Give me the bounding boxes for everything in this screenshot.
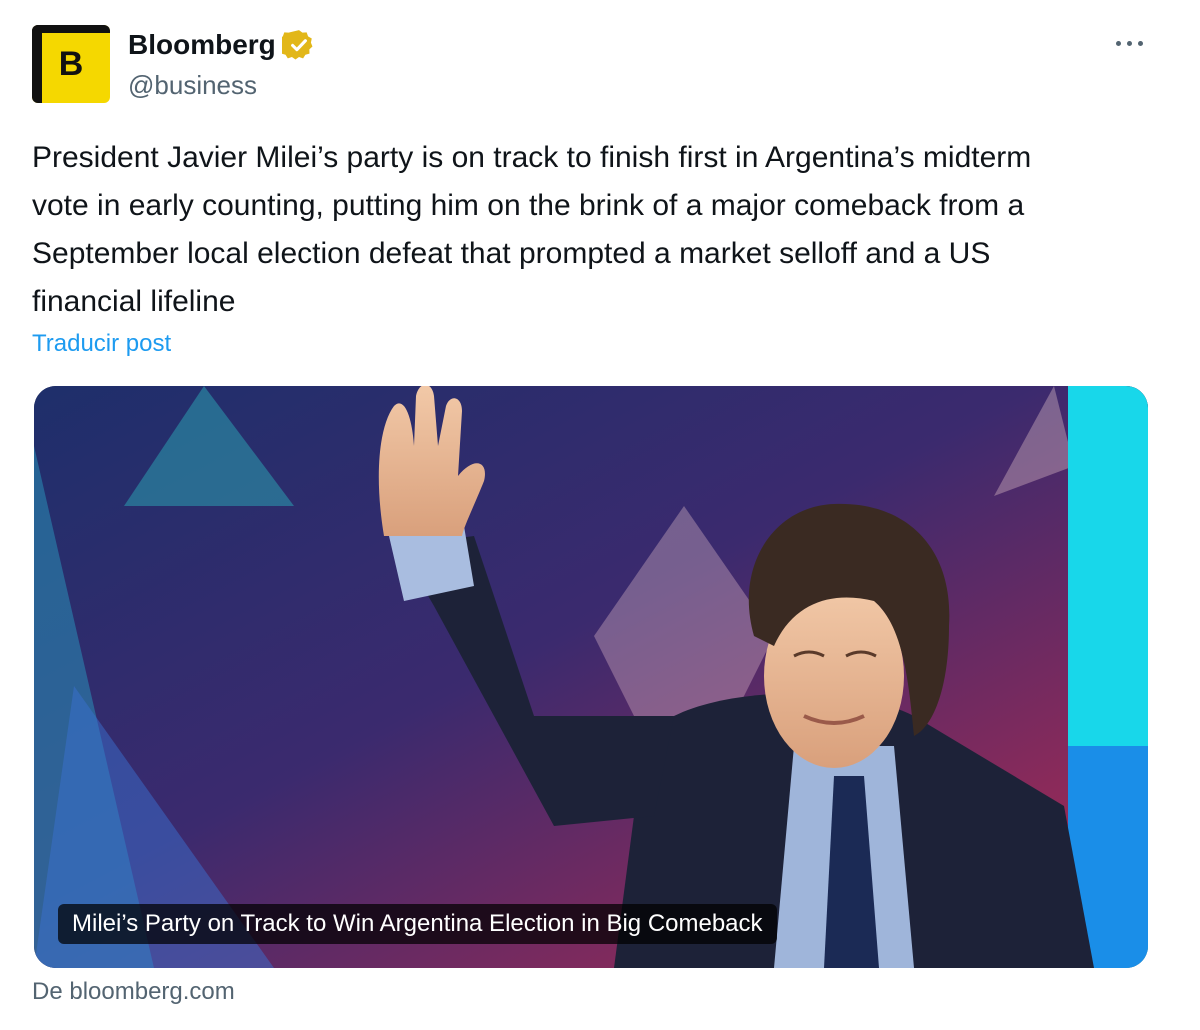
author-avatar[interactable]: B	[32, 25, 110, 103]
avatar-letter: B	[58, 45, 84, 83]
card-photo	[34, 386, 1148, 968]
author-handle[interactable]: @business	[128, 70, 257, 101]
tweet-text: President Javier Milei’s party is on tra…	[32, 141, 1032, 318]
verified-badge-icon[interactable]	[281, 28, 316, 62]
tweet: B Bloomberg @business President Javier M…	[0, 0, 1200, 1030]
author-display-name[interactable]: Bloomberg	[128, 29, 276, 61]
author-name-row: Bloomberg	[128, 28, 316, 62]
card-source-domain[interactable]: De bloomberg.com	[32, 978, 235, 1006]
translate-post-link[interactable]: Traducir post	[32, 330, 171, 358]
link-card[interactable]: Milei’s Party on Track to Win Argentina …	[34, 386, 1148, 968]
more-options-icon[interactable]	[1114, 30, 1146, 56]
card-title: Milei’s Party on Track to Win Argentina …	[58, 904, 777, 944]
